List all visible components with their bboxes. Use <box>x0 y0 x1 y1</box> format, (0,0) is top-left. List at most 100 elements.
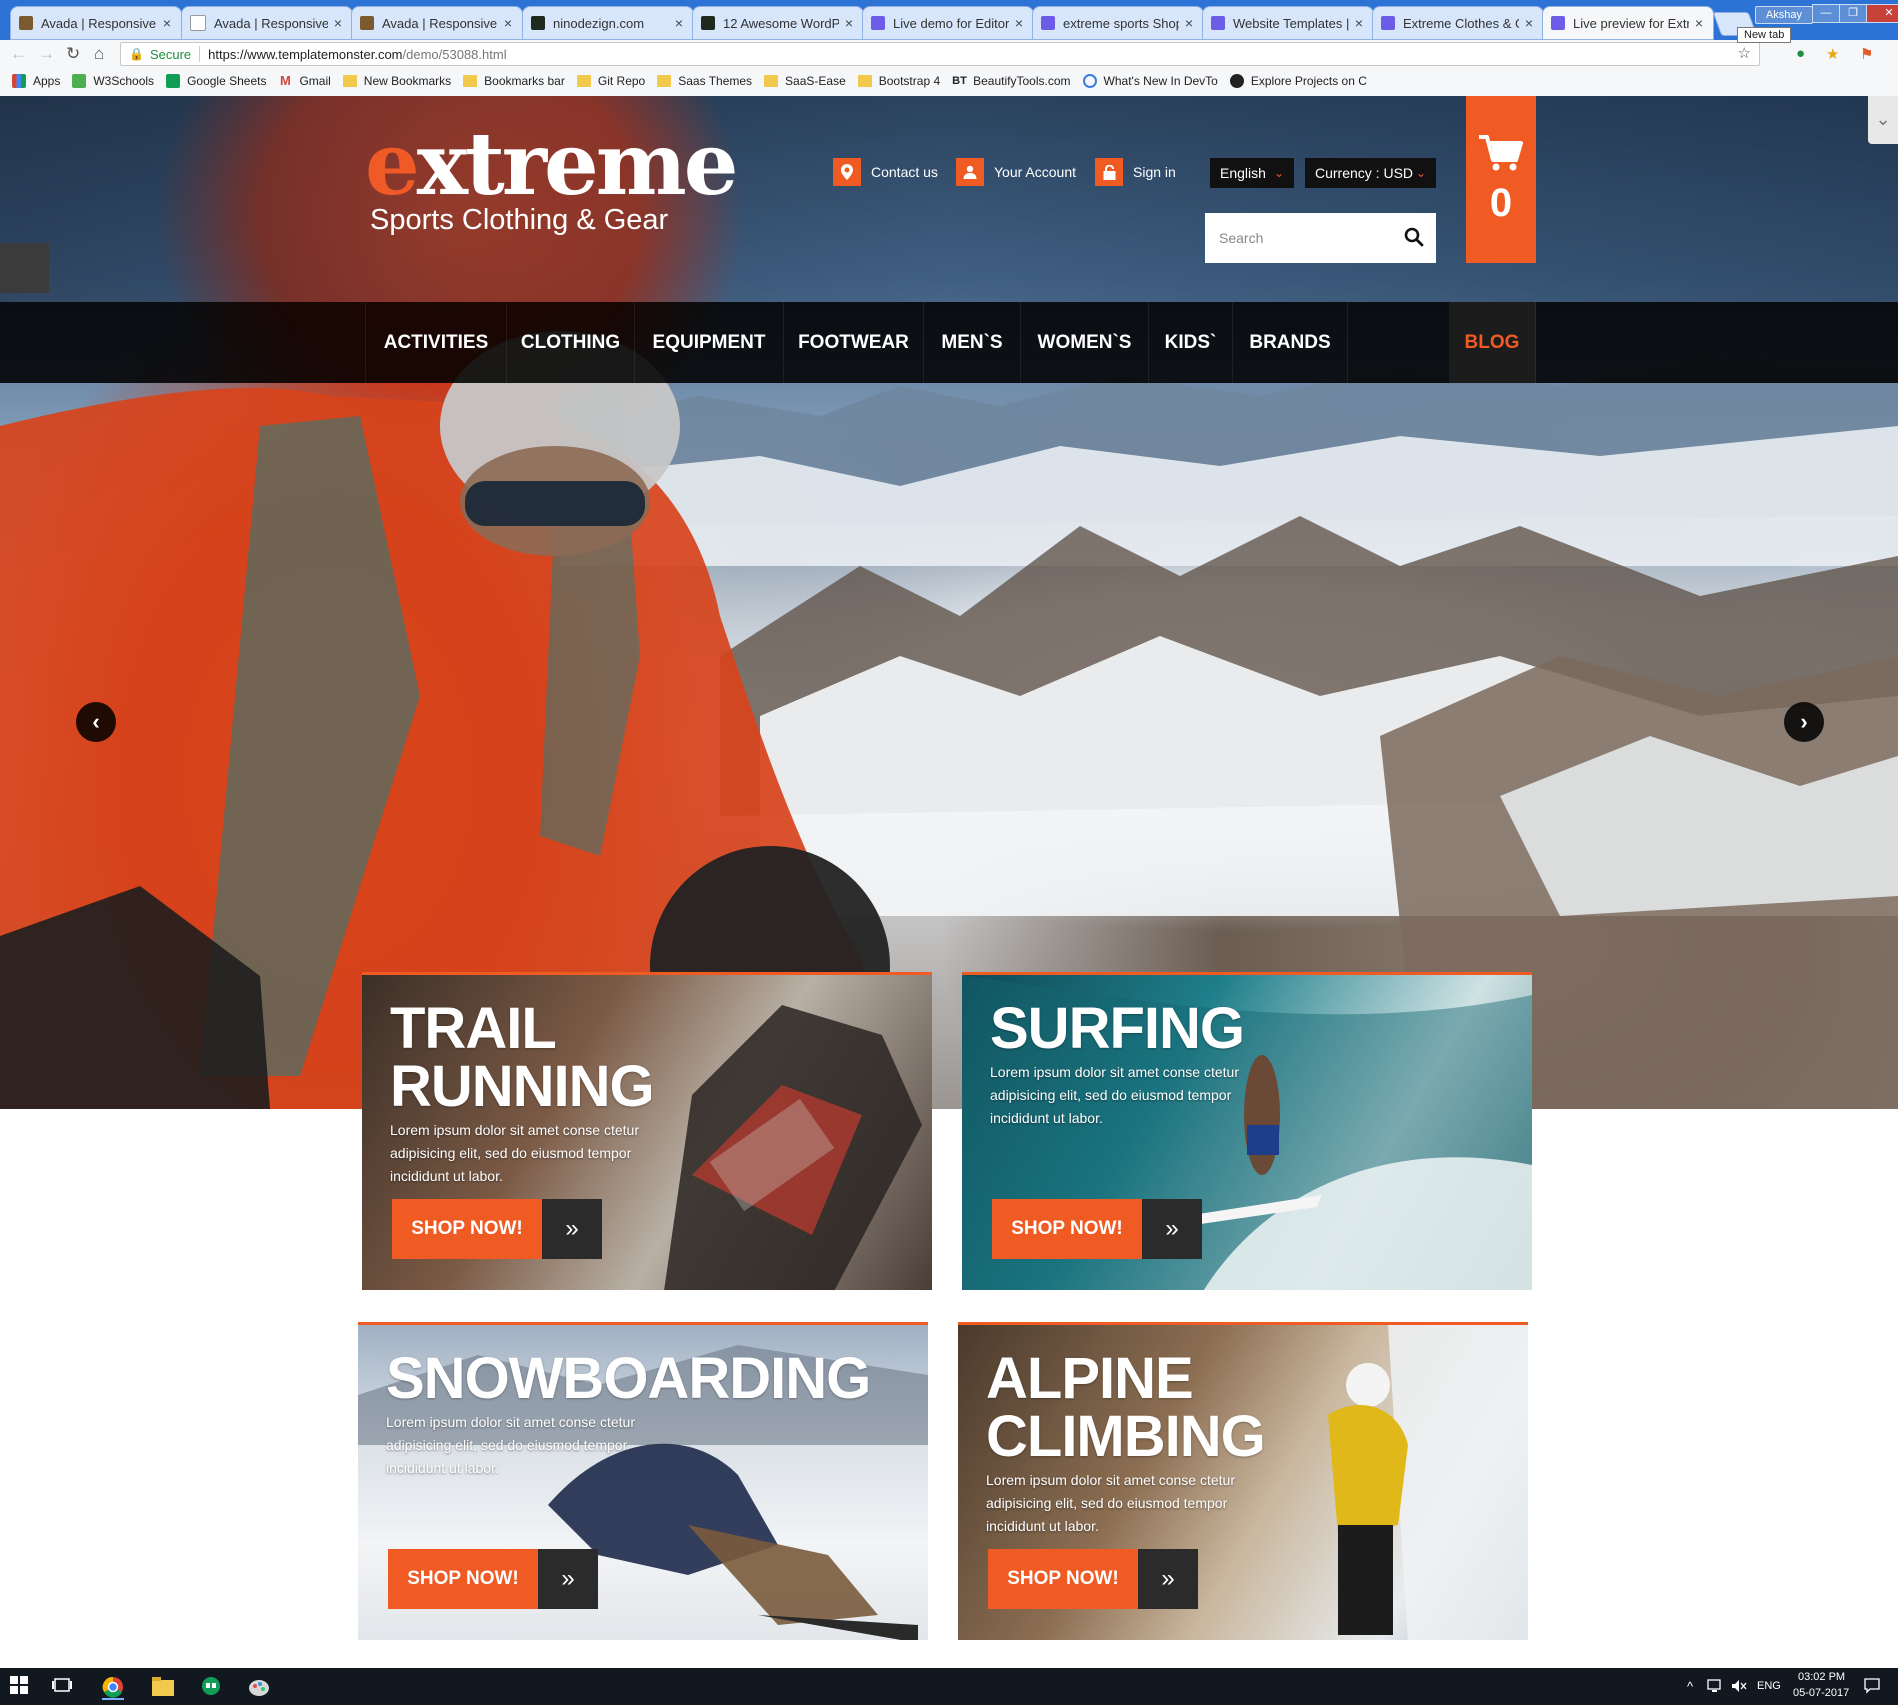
home-icon[interactable]: ⌂ <box>94 44 104 64</box>
category-card-snowboarding[interactable]: SNOWBOARDING Lorem ipsum dolor sit amet … <box>358 1322 928 1640</box>
bookmark-item[interactable]: Bookmarks bar <box>463 74 565 88</box>
forward-icon[interactable]: → <box>38 44 55 64</box>
your-account-link[interactable]: Your Account <box>956 158 1076 186</box>
browser-tab[interactable]: Avada | Responsive Multi × <box>10 6 182 40</box>
browser-tab[interactable]: Live demo for Editor × <box>862 6 1034 40</box>
contact-us-link[interactable]: Contact us <box>833 158 938 186</box>
extension-star-icon[interactable]: ★ <box>1826 45 1839 63</box>
chevron-down-icon[interactable]: ⌄ <box>1868 96 1898 144</box>
nav-item-equipment[interactable]: EQUIPMENT <box>635 302 784 383</box>
nav-item-blog[interactable]: BLOG <box>1449 302 1536 383</box>
hangouts-icon[interactable] <box>200 1676 222 1698</box>
category-card-trail-running[interactable]: TRAIL RUNNING Lorem ipsum dolor sit amet… <box>362 972 932 1290</box>
card-title-line: TRAIL <box>390 996 557 1061</box>
extension-green-icon[interactable]: ● <box>1796 45 1805 62</box>
shop-now-button[interactable]: SHOP NOW! » <box>392 1199 602 1259</box>
nav-item-mens[interactable]: MEN`S <box>924 302 1021 383</box>
search-input[interactable] <box>1217 229 1401 247</box>
clock-date[interactable]: 05-07-2017 <box>1793 1687 1849 1699</box>
search-icon[interactable] <box>1404 227 1424 252</box>
shop-now-button[interactable]: SHOP NOW! » <box>992 1199 1202 1259</box>
clock-time[interactable]: 03:02 PM <box>1798 1671 1845 1683</box>
volume-muted-icon[interactable] <box>1731 1679 1747 1693</box>
tab-close-icon[interactable]: × <box>1525 15 1533 31</box>
bookmark-item[interactable]: W3Schools <box>72 74 154 88</box>
bookmark-item[interactable]: Saas Themes <box>657 74 752 88</box>
logo-rest: xtreme <box>416 114 739 215</box>
shop-now-label: SHOP NOW! <box>992 1199 1142 1259</box>
search-box <box>1205 213 1436 263</box>
paint-icon[interactable] <box>248 1676 270 1698</box>
side-widget[interactable] <box>0 243 49 293</box>
back-icon[interactable]: ← <box>10 44 27 64</box>
browser-tab-active[interactable]: Live preview for Extre × <box>1542 6 1714 40</box>
tab-favicon-icon <box>1041 16 1055 30</box>
profile-chip[interactable]: Akshay <box>1754 6 1813 24</box>
folder-icon <box>463 75 478 87</box>
nav-item-footwear[interactable]: FOOTWEAR <box>784 302 924 383</box>
task-view-icon[interactable] <box>52 1676 74 1698</box>
browser-tab[interactable]: Avada | Responsive Multi × <box>181 6 353 40</box>
bookmark-item[interactable]: BT BeautifyTools.com <box>952 74 1070 88</box>
nav-item-brands[interactable]: BRANDS <box>1233 302 1348 383</box>
tab-close-icon[interactable]: × <box>675 15 683 31</box>
browser-tab[interactable]: ninodezign.com × <box>522 6 694 40</box>
url-bar[interactable]: 🔒 Secure https://www.templatemonster.com… <box>120 42 1760 66</box>
bookmark-item[interactable]: M Gmail <box>278 74 331 89</box>
tab-close-icon[interactable]: × <box>845 15 853 31</box>
windows-start-icon[interactable] <box>10 1676 32 1698</box>
slider-prev-button[interactable]: ‹ <box>76 702 116 742</box>
tab-title: Live demo for Editor <box>893 15 1009 31</box>
bookmark-item[interactable]: What's New In DevTo <box>1082 74 1218 88</box>
browser-tab[interactable]: Website Templates | T × <box>1202 6 1374 40</box>
chrome-taskbar-icon[interactable] <box>102 1676 124 1700</box>
cart-button[interactable]: 0 <box>1466 96 1536 263</box>
bookmark-label: Gmail <box>299 74 331 88</box>
tab-close-icon[interactable]: × <box>1015 15 1023 31</box>
browser-tab[interactable]: Avada | Responsive Multi × <box>351 6 523 40</box>
devtools-icon <box>1082 74 1097 88</box>
slider-next-button[interactable]: › <box>1784 702 1824 742</box>
minimize-button[interactable]: — <box>1812 4 1840 23</box>
close-window-button[interactable]: ✕ <box>1866 4 1898 23</box>
currency-select[interactable]: Currency : USD ⌄ <box>1305 158 1436 188</box>
sign-in-link[interactable]: Sign in <box>1095 158 1176 186</box>
category-card-surfing[interactable]: SURFING Lorem ipsum dolor sit amet conse… <box>962 972 1532 1290</box>
tab-close-icon[interactable]: × <box>163 15 171 31</box>
bookmark-item[interactable]: Git Repo <box>576 74 645 88</box>
tab-close-icon[interactable]: × <box>504 15 512 31</box>
tab-close-icon[interactable]: × <box>334 15 342 31</box>
bookmark-item[interactable]: Explore Projects on C <box>1229 74 1367 88</box>
notifications-icon[interactable] <box>1864 1678 1880 1694</box>
bookmark-item[interactable]: Apps <box>12 74 60 88</box>
nav-item-clothing[interactable]: CLOTHING <box>507 302 635 383</box>
extension-orange-icon[interactable]: ⚑ <box>1860 45 1873 63</box>
network-icon[interactable] <box>1707 1679 1723 1693</box>
bookmark-label: Apps <box>33 74 61 88</box>
category-card-alpine-climbing[interactable]: ALPINE CLIMBING Lorem ipsum dolor sit am… <box>958 1322 1528 1640</box>
bookmark-item[interactable]: Bootstrap 4 <box>857 74 940 88</box>
site-logo[interactable]: extreme Sports Clothing & Gear <box>365 120 738 237</box>
nav-item-activities[interactable]: ACTIVITIES <box>365 302 507 383</box>
tab-close-icon[interactable]: × <box>1695 15 1703 31</box>
tab-close-icon[interactable]: × <box>1185 15 1193 31</box>
browser-tab[interactable]: 12 Awesome WordPress × <box>692 6 864 40</box>
browser-tab[interactable]: Extreme Clothes & Gear × <box>1372 6 1544 40</box>
shop-now-button[interactable]: SHOP NOW! » <box>388 1549 598 1609</box>
tab-close-icon[interactable]: × <box>1355 15 1363 31</box>
bookmark-item[interactable]: New Bookmarks <box>342 74 451 88</box>
bookmark-item[interactable]: SaaS-Ease <box>764 74 846 88</box>
reload-icon[interactable]: ↻ <box>66 44 80 64</box>
file-explorer-icon[interactable] <box>152 1676 174 1698</box>
shop-now-button[interactable]: SHOP NOW! » <box>988 1549 1198 1609</box>
bookmark-item[interactable]: Google Sheets <box>166 74 266 88</box>
tray-chevron-up-icon[interactable]: ^ <box>1687 1679 1693 1694</box>
input-language[interactable]: ENG <box>1757 1680 1781 1692</box>
maximize-button[interactable]: ❐ <box>1839 4 1867 23</box>
nav-item-womens[interactable]: WOMEN`S <box>1021 302 1149 383</box>
browser-tab[interactable]: extreme sports Shop × <box>1032 6 1204 40</box>
bookmark-star-icon[interactable]: ☆ <box>1738 44 1751 62</box>
language-select[interactable]: English ⌄ <box>1210 158 1294 188</box>
nav-item-kids[interactable]: KIDS` <box>1149 302 1233 383</box>
tab-favicon-icon <box>1211 16 1225 30</box>
